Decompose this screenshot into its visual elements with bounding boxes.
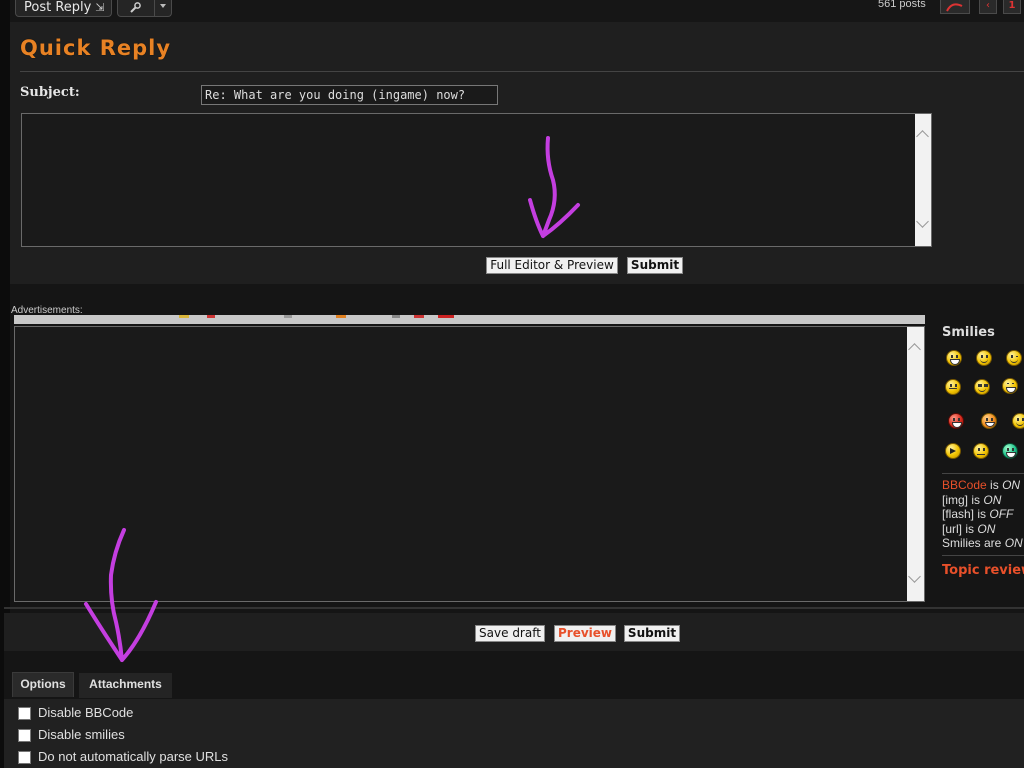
option-label: Do not automatically parse URLs <box>38 749 229 764</box>
full-editor-button[interactable]: Full Editor & Preview <box>486 257 618 274</box>
chevron-down-icon <box>160 4 166 8</box>
quick-reply-submit-button[interactable]: Submit <box>627 257 683 274</box>
quick-reply-textarea[interactable] <box>21 113 932 247</box>
laughing-icon[interactable] <box>1002 378 1018 394</box>
wrench-icon <box>128 1 142 19</box>
preview-button[interactable]: Preview <box>554 625 616 642</box>
refresh-icon <box>946 3 963 12</box>
url-status: [url] is ON <box>942 522 995 536</box>
option-label: Disable smilies <box>38 727 125 742</box>
img-status: [img] is ON <box>942 493 1001 507</box>
divider <box>154 0 155 16</box>
post-reply-button[interactable]: Post Reply ⇲ <box>15 0 112 17</box>
green-grin-icon[interactable] <box>1002 443 1018 459</box>
status-value: OFF <box>989 507 1014 521</box>
chevron-up-icon[interactable] <box>908 343 921 356</box>
chevron-left-icon: ‹ <box>986 0 990 11</box>
save-draft-button[interactable]: Save draft <box>475 625 545 642</box>
divider <box>942 555 1024 556</box>
scrollbar[interactable] <box>907 327 924 601</box>
tab-attachments[interactable]: Attachments <box>79 673 172 698</box>
smile-icon[interactable] <box>976 350 992 366</box>
checkbox[interactable] <box>18 751 31 764</box>
option-label: Disable BBCode <box>38 705 134 720</box>
divider <box>4 607 1024 609</box>
tab-options[interactable]: Options <box>12 672 74 697</box>
very-happy-icon[interactable] <box>946 350 962 366</box>
post-reply-label: Post Reply <box>24 0 92 15</box>
twisted-evil-icon[interactable] <box>981 413 997 429</box>
status-text: [img] is <box>942 493 981 507</box>
status-text: [url] is <box>942 522 975 536</box>
toolbar-fragment <box>438 315 454 318</box>
neutral-icon[interactable] <box>973 443 989 459</box>
toolbar-fragment <box>392 315 400 318</box>
toolbar-fragment <box>179 315 189 318</box>
subject-label: Subject: <box>20 85 80 100</box>
status-value: ON <box>977 522 996 536</box>
prev-page-button[interactable]: ‹ <box>979 0 997 14</box>
toolbar-fragment <box>414 315 424 318</box>
submit-button[interactable]: Submit <box>624 625 680 642</box>
confused-icon[interactable] <box>945 379 961 395</box>
status-text: Smilies are <box>942 536 1002 550</box>
topic-tools-button[interactable] <box>117 0 172 17</box>
evil-icon[interactable] <box>948 413 964 429</box>
status-value: ON <box>1002 478 1021 492</box>
message-textarea[interactable] <box>14 326 925 602</box>
divider <box>20 71 1024 72</box>
scrollbar[interactable] <box>915 114 931 246</box>
toolbar-fragment <box>284 315 292 318</box>
status-text: [flash] is <box>942 507 987 521</box>
format-toolbar-strip <box>14 315 925 324</box>
topic-review-link[interactable]: Topic review <box>942 563 1024 578</box>
quick-reply-title: Quick Reply <box>20 36 172 60</box>
smilies-title: Smilies <box>942 325 995 340</box>
status-text: is <box>990 478 999 492</box>
chevron-down-icon[interactable] <box>916 215 929 228</box>
checkbox[interactable] <box>18 707 31 720</box>
toolbar-fragment <box>207 315 215 318</box>
smilies-status: Smilies are ON <box>942 536 1023 550</box>
divider <box>942 473 1024 474</box>
post-count: 561 posts <box>878 0 926 10</box>
arrow-icon[interactable] <box>945 443 961 459</box>
chevron-up-icon[interactable] <box>916 130 929 143</box>
wink-icon[interactable] <box>1006 350 1022 366</box>
flash-status: [flash] is OFF <box>942 507 1013 521</box>
bbcode-status: BBCode is ON <box>942 478 1020 492</box>
external-link-icon: ⇲ <box>95 1 105 14</box>
checkbox[interactable] <box>18 729 31 742</box>
eek-icon[interactable] <box>1012 413 1024 429</box>
refresh-button[interactable] <box>940 0 970 14</box>
status-value: ON <box>983 493 1002 507</box>
toolbar-fragment <box>336 315 346 318</box>
cool-icon[interactable] <box>974 379 990 395</box>
page-number[interactable]: 1 <box>1003 0 1021 14</box>
chevron-down-icon[interactable] <box>908 570 921 583</box>
subject-input[interactable]: Re: What are you doing (ingame) now? <box>201 85 498 105</box>
status-value: ON <box>1004 536 1023 550</box>
smilies-sidebar: Smilies BBCode is ON [img] is ON [flash]… <box>940 322 1024 592</box>
bbcode-link[interactable]: BBCode <box>942 478 987 492</box>
